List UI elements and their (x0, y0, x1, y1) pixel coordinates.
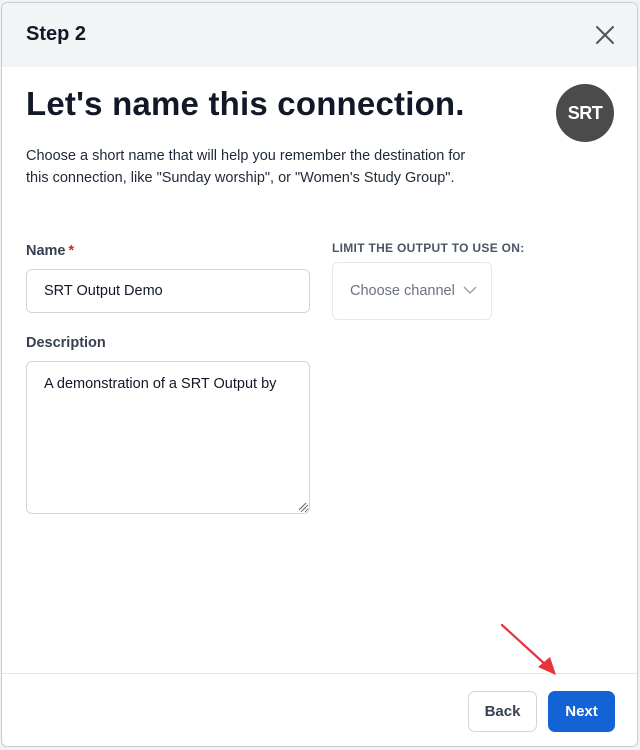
close-button[interactable] (593, 23, 617, 47)
logo-text: SRT (567, 102, 603, 123)
page-title: Let's name this connection. (26, 85, 465, 122)
step-title: Step 2 (26, 23, 87, 45)
name-label: Name * (26, 243, 74, 259)
annotation-arrow-icon (500, 623, 556, 675)
intro-text: Choose a short name that will help you r… (26, 148, 466, 186)
next-button[interactable]: Next (548, 691, 615, 732)
chevron-down-icon (463, 286, 477, 295)
srt-logo: SRT (556, 84, 614, 142)
resize-grip-icon[interactable] (297, 501, 307, 511)
channel-label: LIMIT THE OUTPUT TO USE ON: (332, 241, 525, 255)
description-label: Description (26, 335, 106, 351)
name-input[interactable] (26, 269, 310, 313)
required-mark: * (68, 243, 75, 259)
channel-select[interactable]: Choose channel (332, 262, 492, 320)
step-modal: Step 2 Let's name this connection. SRT C… (1, 2, 638, 747)
close-icon (596, 26, 614, 44)
description-input[interactable]: A demonstration of a SRT Output by (26, 361, 310, 514)
channel-placeholder: Choose channel (350, 283, 455, 299)
name-label-text: Name (26, 243, 66, 259)
back-button[interactable]: Back (468, 691, 537, 732)
modal-header: Step 2 (2, 3, 637, 67)
